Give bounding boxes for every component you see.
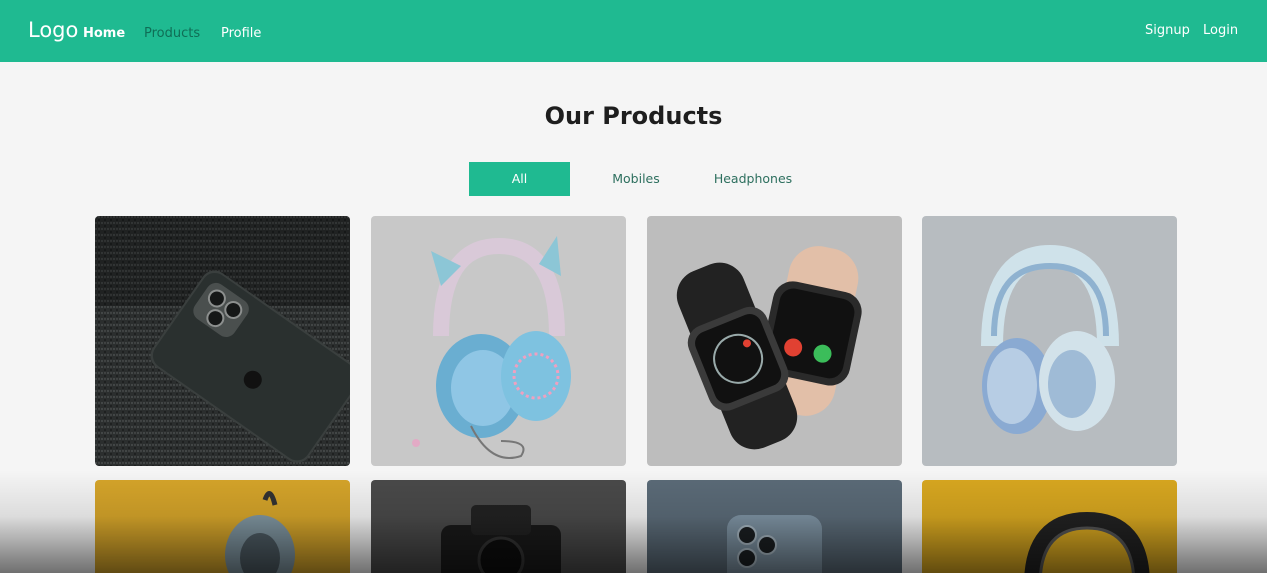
nav-login-link[interactable]: Login <box>1203 23 1238 38</box>
yellow-headphones-image <box>95 480 350 573</box>
product-card-blue-phone[interactable] <box>647 480 902 573</box>
camera-image <box>371 480 626 573</box>
product-card-yellow-headphones[interactable] <box>95 480 350 573</box>
nav-products-link[interactable]: Products <box>144 26 200 41</box>
smartwatch-image <box>647 216 902 466</box>
nav-home-link[interactable]: Home <box>83 26 125 41</box>
product-card-black-headphones[interactable] <box>922 480 1177 573</box>
blue-headphones-image <box>922 216 1177 466</box>
logo[interactable]: Logo <box>28 18 78 42</box>
cat-headphones-image <box>371 216 626 466</box>
nav-signup-link[interactable]: Signup <box>1145 23 1190 38</box>
black-headphones-image <box>922 480 1177 573</box>
page-title: Our Products <box>544 102 723 130</box>
product-card-smartwatch[interactable] <box>647 216 902 466</box>
phone-image <box>95 216 350 466</box>
filter-all-tab[interactable]: All <box>469 162 570 196</box>
product-card-blue-headphones[interactable] <box>922 216 1177 466</box>
product-card-camera[interactable] <box>371 480 626 573</box>
nav-profile-link[interactable]: Profile <box>221 26 261 41</box>
filter-headphones-tab[interactable]: Headphones <box>702 162 804 196</box>
blue-phone-image <box>647 480 902 573</box>
top-navbar: Logo Home Products Profile Signup Login <box>0 0 1267 62</box>
filter-mobiles-tab[interactable]: Mobiles <box>590 162 682 196</box>
product-card-phone[interactable] <box>95 216 350 466</box>
product-card-cat-headphones[interactable] <box>371 216 626 466</box>
